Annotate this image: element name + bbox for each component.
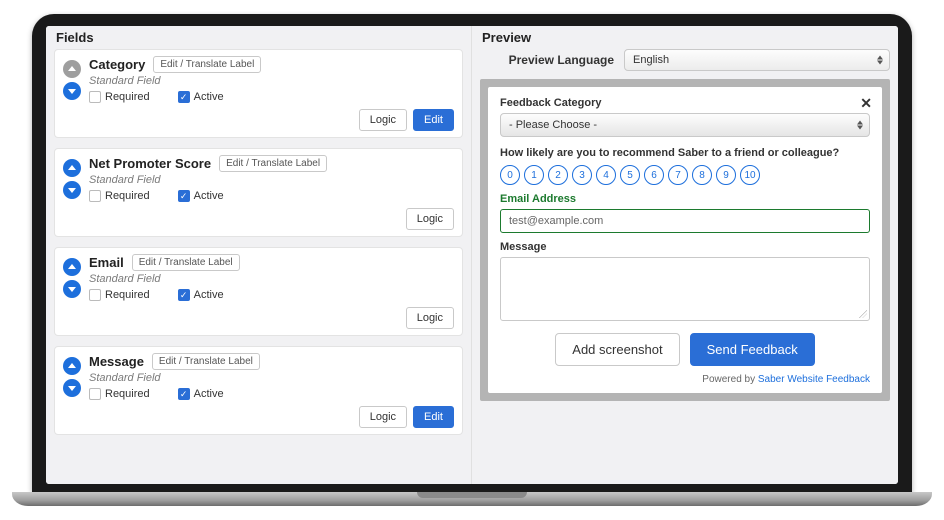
move-down-icon[interactable] — [63, 280, 81, 298]
move-down-icon[interactable] — [63, 181, 81, 199]
move-up-icon[interactable] — [63, 159, 81, 177]
active-checkbox[interactable]: Active — [178, 91, 224, 103]
email-field[interactable]: test@example.com — [500, 209, 870, 233]
edit-translate-label-button[interactable]: Edit / Translate Label — [132, 254, 240, 271]
edit-translate-label-button[interactable]: Edit / Translate Label — [219, 155, 327, 172]
standard-field-label: Standard Field — [89, 174, 454, 186]
powered-by: Powered by Saber Website Feedback — [500, 374, 870, 385]
close-icon[interactable]: ✕ — [860, 95, 872, 112]
fields-panel: Fields Category Edit / Translate Label S… — [46, 26, 472, 484]
feedback-widget: ✕ Feedback Category - Please Choose - Ho… — [488, 87, 882, 393]
field-name: Email — [89, 255, 124, 270]
app-screen: Fields Category Edit / Translate Label S… — [46, 26, 898, 484]
standard-field-label: Standard Field — [89, 75, 454, 87]
move-down-icon[interactable] — [63, 82, 81, 100]
active-checkbox[interactable]: Active — [178, 388, 224, 400]
preview-language-select[interactable]: English — [624, 49, 890, 71]
field-card: Email Edit / Translate Label Standard Fi… — [54, 247, 463, 336]
nps-score-1[interactable]: 1 — [524, 165, 544, 185]
logic-button[interactable]: Logic — [359, 406, 407, 428]
nps-row: 012345678910 — [500, 165, 870, 185]
active-checkbox[interactable]: Active — [178, 190, 224, 202]
fields-title: Fields — [56, 30, 463, 45]
required-checkbox[interactable]: Required — [89, 91, 150, 103]
nps-score-2[interactable]: 2 — [548, 165, 568, 185]
standard-field-label: Standard Field — [89, 273, 454, 285]
preview-panel: Preview Preview Language English ✕ Feedb… — [472, 26, 898, 484]
email-value: test@example.com — [509, 215, 603, 227]
move-up-icon[interactable] — [63, 357, 81, 375]
category-select[interactable]: - Please Choose - — [500, 113, 870, 137]
edit-button[interactable]: Edit — [413, 109, 454, 131]
chevrons-updown-icon — [857, 121, 863, 130]
nps-score-7[interactable]: 7 — [668, 165, 688, 185]
nps-question: How likely are you to recommend Saber to… — [500, 147, 870, 159]
field-card: Message Edit / Translate Label Standard … — [54, 346, 463, 435]
chevrons-updown-icon — [877, 56, 883, 65]
nps-score-0[interactable]: 0 — [500, 165, 520, 185]
preview-language-label: Preview Language — [484, 53, 614, 67]
nps-score-6[interactable]: 6 — [644, 165, 664, 185]
edit-translate-label-button[interactable]: Edit / Translate Label — [152, 353, 260, 370]
category-value: - Please Choose - — [509, 119, 597, 131]
logic-button[interactable]: Logic — [406, 307, 454, 329]
move-up-icon — [63, 60, 81, 78]
nps-score-9[interactable]: 9 — [716, 165, 736, 185]
nps-score-8[interactable]: 8 — [692, 165, 712, 185]
required-checkbox[interactable]: Required — [89, 289, 150, 301]
edit-button[interactable]: Edit — [413, 406, 454, 428]
edit-translate-label-button[interactable]: Edit / Translate Label — [153, 56, 261, 73]
add-screenshot-button[interactable]: Add screenshot — [555, 333, 679, 366]
preview-actions: Add screenshot Send Feedback — [500, 333, 870, 366]
nps-score-10[interactable]: 10 — [740, 165, 760, 185]
logic-button[interactable]: Logic — [406, 208, 454, 230]
field-name: Message — [89, 354, 144, 369]
fields-list: Category Edit / Translate Label Standard… — [54, 49, 463, 435]
logic-button[interactable]: Logic — [359, 109, 407, 131]
message-label: Message — [500, 241, 870, 253]
field-name: Net Promoter Score — [89, 156, 211, 171]
send-feedback-button[interactable]: Send Feedback — [690, 333, 815, 366]
field-card: Net Promoter Score Edit / Translate Labe… — [54, 148, 463, 237]
standard-field-label: Standard Field — [89, 372, 454, 384]
preview-language-value: English — [633, 54, 669, 66]
category-label: Feedback Category — [500, 97, 870, 109]
nps-score-3[interactable]: 3 — [572, 165, 592, 185]
required-checkbox[interactable]: Required — [89, 388, 150, 400]
powered-by-link[interactable]: Saber Website Feedback — [758, 374, 870, 385]
preview-title: Preview — [482, 30, 890, 45]
email-label: Email Address — [500, 193, 870, 205]
active-checkbox[interactable]: Active — [178, 289, 224, 301]
laptop-frame: Fields Category Edit / Translate Label S… — [32, 14, 912, 506]
nps-score-4[interactable]: 4 — [596, 165, 616, 185]
field-name: Category — [89, 57, 145, 72]
preview-language-row: Preview Language English — [484, 49, 890, 71]
screen-bezel: Fields Category Edit / Translate Label S… — [32, 14, 912, 492]
preview-frame: ✕ Feedback Category - Please Choose - Ho… — [480, 79, 890, 401]
move-down-icon[interactable] — [63, 379, 81, 397]
move-up-icon[interactable] — [63, 258, 81, 276]
laptop-base — [12, 492, 932, 506]
message-textarea[interactable] — [500, 257, 870, 321]
nps-score-5[interactable]: 5 — [620, 165, 640, 185]
required-checkbox[interactable]: Required — [89, 190, 150, 202]
field-card: Category Edit / Translate Label Standard… — [54, 49, 463, 138]
